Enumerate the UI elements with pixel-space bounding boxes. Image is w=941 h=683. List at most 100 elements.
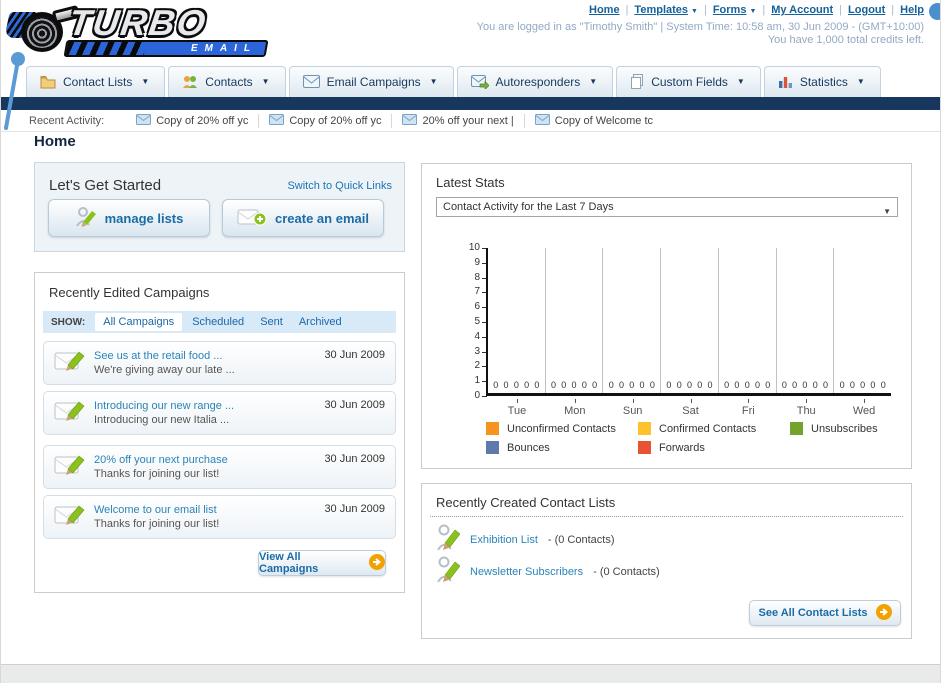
data-label: 0 xyxy=(880,380,886,390)
data-label: 0 xyxy=(581,380,587,390)
data-labels-row: 00000 xyxy=(719,380,776,390)
campaign-date: 30 Jun 2009 xyxy=(324,349,385,361)
nav-tab-statistics[interactable]: Statistics ▼ xyxy=(763,66,881,97)
contact-list-name-link[interactable]: Newsletter Subscribers xyxy=(470,566,583,578)
nav-tab-label: Email Campaigns xyxy=(326,74,421,89)
legend-label: Unsubscribes xyxy=(811,422,878,435)
y-axis-tick xyxy=(482,396,487,397)
contact-list-name-link[interactable]: Exhibition List xyxy=(470,534,538,546)
nav-tab-custom-fields[interactable]: Custom Fields ▼ xyxy=(616,66,761,97)
person-pencil-icon xyxy=(436,524,461,555)
legend-item-confirmed-contacts: Confirmed Contacts xyxy=(638,422,790,435)
envelope-icon xyxy=(136,113,152,128)
data-labels-row: 00000 xyxy=(488,380,545,390)
filter-sent[interactable]: Sent xyxy=(260,316,283,328)
nav-tab-contact-lists[interactable]: Contact Lists ▼ xyxy=(26,66,166,97)
arrow-circle-icon xyxy=(369,553,385,573)
data-label: 0 xyxy=(524,380,530,390)
nav-tab-label: Autoresponders xyxy=(495,74,581,89)
data-label: 0 xyxy=(860,380,866,390)
manage-lists-button[interactable]: manage lists xyxy=(48,199,210,237)
recent-activity-link[interactable]: Copy of 20% off yc xyxy=(259,113,393,128)
logo-email-text: EMAIL xyxy=(189,43,258,54)
campaign-title-link[interactable]: See us at the retail food ... xyxy=(94,349,324,363)
envelope-icon xyxy=(534,113,550,128)
top-link-logout[interactable]: Logout xyxy=(848,4,885,16)
recent-activity-link[interactable]: 20% off your next | xyxy=(392,113,525,128)
campaign-title-link[interactable]: Introducing our new range ... xyxy=(94,399,324,413)
arrow-circle-icon xyxy=(875,603,892,623)
legend-item-unsubscribes: Unsubscribes xyxy=(790,422,940,435)
login-info: You are logged in as "Timothy Smith" | S… xyxy=(476,21,924,33)
see-all-contact-lists-label: See All Contact Lists xyxy=(758,607,868,619)
contact-lists-panel: Recently Created Contact Lists Exhibitio… xyxy=(421,483,912,639)
switch-to-quick-links[interactable]: Switch to Quick Links xyxy=(287,180,392,192)
campaign-filters: All Campaigns Scheduled Sent Archived xyxy=(95,313,357,331)
folder-icon xyxy=(40,75,56,89)
contact-list-item: Exhibition List - (0 Contacts) xyxy=(436,524,615,555)
top-link-home[interactable]: Home xyxy=(589,4,620,16)
legend-label: Unconfirmed Contacts xyxy=(507,422,616,435)
logo-email-banner: EMAIL xyxy=(63,40,269,57)
campaign-title-link[interactable]: 20% off your next purchase xyxy=(94,453,324,467)
legend-label: Forwards xyxy=(659,441,705,454)
legend-swatch xyxy=(638,422,651,435)
data-label: 0 xyxy=(493,380,499,390)
plot-column-mon: 00000 xyxy=(546,248,604,393)
top-link-templates[interactable]: Templates xyxy=(634,4,688,16)
envelope-icon xyxy=(269,113,285,128)
data-label: 0 xyxy=(618,380,624,390)
recent-activity-bar: Recent Activity: Copy of 20% off yc Copy … xyxy=(1,110,940,132)
data-label: 0 xyxy=(513,380,519,390)
campaign-subtitle: We're giving away our late ... xyxy=(94,364,235,376)
top-link-my-account[interactable]: My Account xyxy=(771,4,833,16)
contact-lists-title: Recently Created Contact Lists xyxy=(436,495,616,510)
filter-scheduled[interactable]: Scheduled xyxy=(192,316,244,328)
dotted-divider xyxy=(430,516,903,517)
recent-activity-link[interactable]: Copy of 20% off yc xyxy=(126,113,260,128)
y-axis-label: 7 xyxy=(474,286,480,298)
create-email-button[interactable]: create an email xyxy=(222,199,384,237)
view-all-campaigns-label: View All Campaigns xyxy=(259,551,319,575)
y-axis-label: 5 xyxy=(474,316,480,327)
envelope-icon xyxy=(402,113,418,128)
nav-tab-contacts[interactable]: Contacts ▼ xyxy=(168,66,286,97)
campaign-title-link[interactable]: Welcome to our email list xyxy=(94,503,324,517)
filter-all-campaigns[interactable]: All Campaigns xyxy=(95,313,183,331)
x-axis-label: Wed xyxy=(852,405,876,417)
data-label: 0 xyxy=(812,380,818,390)
recent-activity-text: Copy of Welcome tc xyxy=(554,114,654,127)
top-link-help[interactable]: Help xyxy=(900,4,924,16)
show-label: SHOW: xyxy=(51,316,86,328)
top-link-forms[interactable]: Forms xyxy=(713,4,747,16)
view-all-campaigns-button[interactable]: View All Campaigns xyxy=(258,550,386,576)
contact-activity-chart: 0 1 2 3 4 5 6 7 8 9 10 0 0 0 0 0 0 0 0 0 0 0 0 0 0 0 0 0 0 0 0 0 0 0 0 0 0 0 0… xyxy=(436,238,898,424)
filter-archived[interactable]: Archived xyxy=(299,316,342,328)
campaign-row: 20% off your next purchase Thanks for joi… xyxy=(43,445,396,489)
main-nav: Contact Lists ▼ Contacts ▼ Email Campaigns ▼ A… xyxy=(26,66,881,97)
chevron-down-icon: ▼ xyxy=(736,77,745,86)
pencil-person-icon xyxy=(75,206,97,231)
x-axis-label: Mon xyxy=(564,405,586,417)
app-window: TURBO EMAIL Home | Templates ▼ | Forms ▼ | My Ac… xyxy=(0,0,941,683)
campaign-subtitle: Introducing our new Italia ... xyxy=(94,414,230,426)
data-label: 0 xyxy=(765,380,771,390)
x-axis-tick xyxy=(516,399,518,403)
data-label: 0 xyxy=(697,380,703,390)
chevron-down-icon: ▼ xyxy=(589,77,598,86)
plot-column-wed: 00000 xyxy=(834,248,891,393)
campaigns-filter-bar: SHOW: All Campaigns Scheduled Sent Archived xyxy=(43,311,396,333)
recent-activity-text: Copy of 20% off yc xyxy=(289,114,382,127)
legend-swatch xyxy=(486,422,499,435)
nav-tab-autoresponders[interactable]: Autoresponders ▼ xyxy=(456,66,614,97)
campaign-subtitle: Thanks for joining our list! xyxy=(94,518,220,530)
envelope-pencil-icon xyxy=(54,502,86,533)
see-all-contact-lists-button[interactable]: See All Contact Lists xyxy=(749,600,901,626)
data-label: 0 xyxy=(649,380,655,390)
nav-tab-email-campaigns[interactable]: Email Campaigns ▼ xyxy=(288,66,454,97)
manage-lists-label: manage lists xyxy=(104,210,184,226)
data-label: 0 xyxy=(744,380,750,390)
stats-period-select[interactable]: Contact Activity for the Last 7 Days ▼ xyxy=(436,197,898,217)
data-label: 0 xyxy=(629,380,635,390)
recent-activity-link[interactable]: Copy of Welcome tc xyxy=(525,113,663,128)
